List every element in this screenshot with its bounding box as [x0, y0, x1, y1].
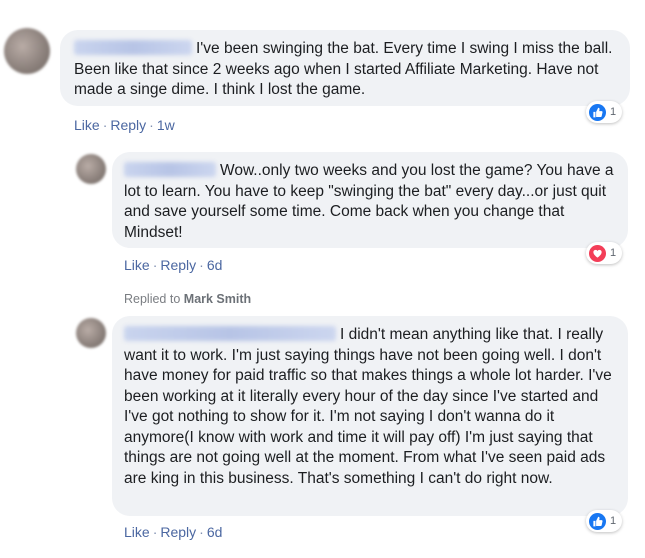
- like-icon: [589, 512, 606, 530]
- commenter-avatar[interactable]: [4, 28, 50, 74]
- reaction-badge[interactable]: 1: [586, 101, 623, 123]
- comment-actions: Like · Reply · 1w: [74, 117, 175, 133]
- reaction-count: 1: [610, 247, 617, 259]
- separator: ·: [199, 257, 204, 273]
- reply-link[interactable]: Reply: [160, 524, 196, 540]
- reaction-badge[interactable]: 1: [586, 242, 623, 264]
- like-link[interactable]: Like: [124, 257, 150, 273]
- timestamp-link[interactable]: 6d: [207, 524, 223, 540]
- comment-bubble: Wow..only two weeks and you lost the gam…: [112, 152, 628, 248]
- replied-to-prefix: Replied to: [124, 292, 181, 306]
- comment-bubble: I didn't mean anything like that. I real…: [112, 316, 628, 516]
- like-icon: [589, 103, 606, 121]
- reply-link[interactable]: Reply: [110, 117, 146, 133]
- separator: ·: [149, 117, 154, 133]
- comment-bubble: I've been swinging the bat. Every time I…: [60, 30, 630, 106]
- love-icon: [589, 244, 606, 262]
- reply-link[interactable]: Reply: [160, 257, 196, 273]
- commenter-avatar[interactable]: [76, 318, 106, 348]
- replied-to-label: Replied to Mark Smith: [124, 292, 251, 306]
- comment-text: I didn't mean anything like that. I real…: [124, 326, 612, 487]
- commenter-name-redacted[interactable]: [124, 326, 336, 341]
- timestamp-link[interactable]: 6d: [207, 257, 223, 273]
- comment-actions: Like · Reply · 6d: [124, 257, 222, 273]
- reaction-count: 1: [610, 515, 617, 527]
- separator: ·: [199, 524, 204, 540]
- like-link[interactable]: Like: [74, 117, 100, 133]
- like-link[interactable]: Like: [124, 524, 150, 540]
- timestamp-link[interactable]: 1w: [157, 117, 175, 133]
- commenter-avatar[interactable]: [76, 154, 106, 184]
- comment-actions: Like · Reply · 6d: [124, 524, 222, 540]
- commenter-name-redacted[interactable]: [124, 162, 216, 177]
- separator: ·: [102, 117, 108, 133]
- separator: ·: [152, 257, 158, 273]
- reaction-badge[interactable]: 1: [586, 510, 623, 532]
- separator: ·: [152, 524, 158, 540]
- commenter-name-redacted[interactable]: [74, 40, 192, 55]
- reaction-count: 1: [610, 106, 617, 118]
- replied-to-name[interactable]: Mark Smith: [184, 292, 251, 306]
